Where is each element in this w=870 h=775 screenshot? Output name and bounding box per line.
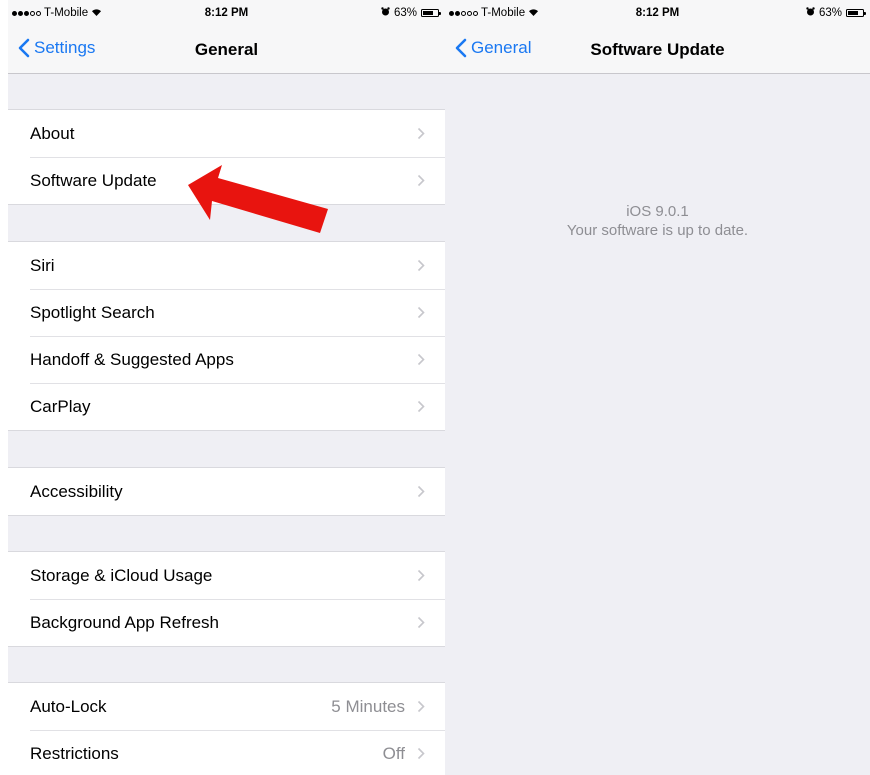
settings-group-lock: Auto-Lock 5 Minutes Restrictions Off bbox=[8, 682, 445, 775]
alarm-icon bbox=[806, 7, 815, 19]
settings-row-restrictions[interactable]: Restrictions Off bbox=[8, 730, 445, 775]
status-right: 63% bbox=[806, 7, 866, 19]
settings-row-carplay[interactable]: CarPlay bbox=[8, 383, 445, 430]
chevron-right-icon bbox=[417, 400, 425, 413]
chevron-right-icon bbox=[417, 700, 425, 713]
battery-icon bbox=[421, 9, 441, 17]
chevron-right-icon bbox=[417, 306, 425, 319]
row-label: Software Update bbox=[30, 171, 157, 190]
settings-group-storage: Storage & iCloud Usage Background App Re… bbox=[8, 551, 445, 647]
row-label: About bbox=[30, 124, 75, 143]
status-right: 63% bbox=[381, 7, 441, 19]
chevron-right-icon bbox=[417, 174, 425, 187]
chevron-right-icon bbox=[417, 569, 425, 582]
row-label: Background App Refresh bbox=[30, 613, 220, 632]
chevron-right-icon bbox=[417, 747, 425, 760]
settings-group-general-info: About Software Update bbox=[8, 109, 445, 205]
battery-percent: 63% bbox=[818, 7, 842, 19]
page-title: Software Update bbox=[590, 40, 725, 59]
status-time: 8:12 PM bbox=[204, 7, 249, 19]
settings-row-spotlight-search[interactable]: Spotlight Search bbox=[8, 289, 445, 336]
navigation-bar: Settings General bbox=[8, 26, 445, 74]
row-value: 5 Minutes bbox=[331, 697, 405, 716]
chevron-right-icon bbox=[417, 353, 425, 366]
row-value: Off bbox=[382, 744, 405, 763]
row-label: Spotlight Search bbox=[30, 303, 155, 322]
software-update-screen: T-Mobile 8:12 PM 63% General Software Up… bbox=[445, 0, 870, 775]
update-status-panel: iOS 9.0.1 Your software is up to date. bbox=[445, 202, 870, 240]
battery-percent: 63% bbox=[393, 7, 417, 19]
settings-row-background-app-refresh[interactable]: Background App Refresh bbox=[8, 599, 445, 646]
chevron-right-icon bbox=[417, 616, 425, 629]
settings-row-siri[interactable]: Siri bbox=[8, 242, 445, 289]
row-label: Storage & iCloud Usage bbox=[30, 566, 213, 585]
ios-version-label: iOS 9.0.1 bbox=[626, 203, 689, 220]
settings-group-accessibility: Accessibility bbox=[8, 467, 445, 516]
settings-row-software-update[interactable]: Software Update bbox=[8, 157, 445, 204]
status-bar: T-Mobile 8:12 PM 63% bbox=[8, 0, 445, 26]
row-label: CarPlay bbox=[30, 397, 91, 416]
chevron-right-icon bbox=[417, 485, 425, 498]
page-title: General bbox=[194, 40, 259, 59]
battery-icon bbox=[846, 9, 866, 17]
settings-row-handoff[interactable]: Handoff & Suggested Apps bbox=[8, 336, 445, 383]
row-label: Accessibility bbox=[30, 482, 123, 501]
chevron-right-icon bbox=[417, 127, 425, 140]
settings-group-features: Siri Spotlight Search Handoff & Suggeste… bbox=[8, 241, 445, 431]
update-status-message: Your software is up to date. bbox=[566, 222, 749, 239]
settings-row-storage-icloud[interactable]: Storage & iCloud Usage bbox=[8, 552, 445, 599]
row-label: Auto-Lock bbox=[30, 697, 107, 716]
row-label: Restrictions bbox=[30, 744, 119, 763]
settings-row-accessibility[interactable]: Accessibility bbox=[8, 468, 445, 515]
settings-row-about[interactable]: About bbox=[8, 110, 445, 157]
status-bar: T-Mobile 8:12 PM 63% bbox=[445, 0, 870, 26]
alarm-icon bbox=[381, 7, 390, 19]
settings-row-auto-lock[interactable]: Auto-Lock 5 Minutes bbox=[8, 683, 445, 730]
row-label: Siri bbox=[30, 256, 55, 275]
row-label: Handoff & Suggested Apps bbox=[30, 350, 234, 369]
general-settings-screen: T-Mobile 8:12 PM 63% Settings General Ab… bbox=[8, 0, 445, 775]
navigation-bar: General Software Update bbox=[445, 26, 870, 74]
chevron-right-icon bbox=[417, 259, 425, 272]
